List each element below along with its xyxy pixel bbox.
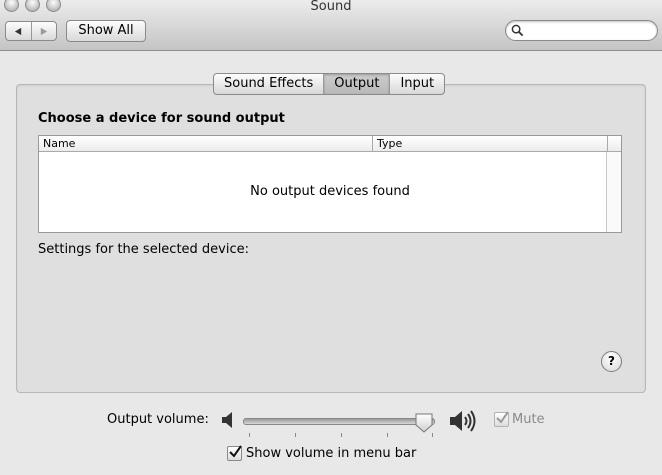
slider-tick [295,433,296,437]
tab-bar: Sound Effects Output Input [213,73,446,95]
volume-track [243,418,435,425]
forward-button[interactable] [30,22,57,40]
column-header-type[interactable]: Type [373,136,608,151]
tab-input[interactable]: Input [389,74,444,94]
help-button[interactable]: ? [601,351,622,372]
device-heading: Choose a device for sound output [38,111,285,126]
slider-tick [249,433,250,437]
slider-tick [432,433,433,437]
speaker-high-icon [450,410,476,432]
mute-checkbox-box[interactable] [494,411,509,427]
search-input[interactable] [528,22,648,38]
back-arrow-icon [14,27,21,35]
checkmark-icon [496,411,509,424]
empty-list-message: No output devices found [250,184,410,199]
show-volume-checkbox-box[interactable] [227,445,242,461]
slider-tick [387,433,388,437]
toolbar: Sound Show All [0,0,662,51]
search-field[interactable] [505,20,658,41]
table-header: Name Type [39,136,621,152]
output-volume-slider[interactable] [243,413,439,437]
speaker-low-icon [222,412,232,428]
device-settings-label: Settings for the selected device: [38,242,250,257]
history-navigation [5,21,57,41]
output-volume-label: Output volume: [107,412,209,427]
show-volume-checkbox[interactable]: Show volume in menu bar [227,445,417,461]
search-icon [511,24,524,37]
show-all-button[interactable]: Show All [66,20,146,42]
column-header-name[interactable]: Name [39,136,373,151]
checkmark-icon [229,445,242,458]
forward-arrow-icon [41,27,48,35]
slider-tick [341,433,342,437]
show-volume-label: Show volume in menu bar [246,446,417,461]
window-title: Sound [310,0,352,14]
tab-output[interactable]: Output [323,74,390,94]
mute-label: Mute [512,412,545,427]
mute-checkbox[interactable]: Mute [494,411,545,427]
tab-sound-effects[interactable]: Sound Effects [214,74,323,94]
volume-slider-thumb[interactable] [415,413,433,433]
output-panel [16,84,646,393]
output-device-table[interactable]: Name Type No output devices found [38,135,622,233]
back-button[interactable] [6,22,31,40]
